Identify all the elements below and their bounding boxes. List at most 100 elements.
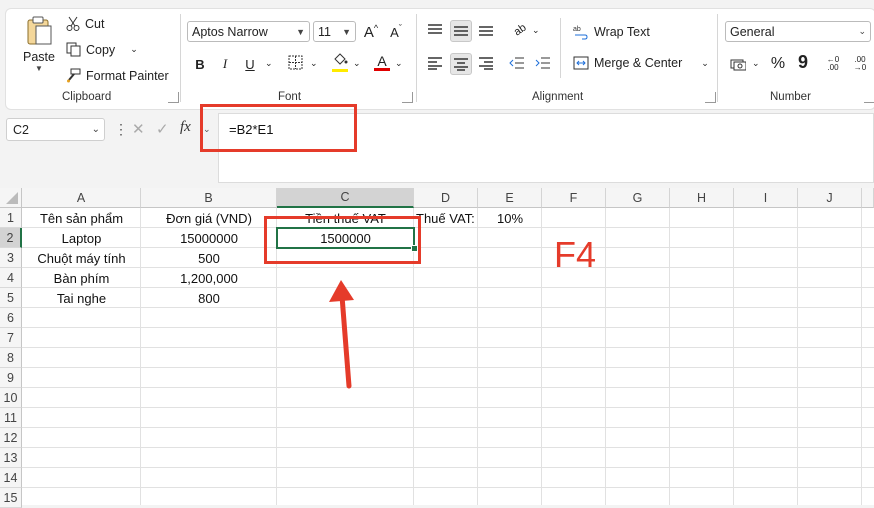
column-header-d[interactable]: D (414, 188, 478, 208)
cell-a5[interactable]: Tai nghe (22, 288, 141, 308)
copy-button[interactable]: Copy ⌄ (66, 42, 138, 57)
row-header-13[interactable]: 13 (0, 448, 22, 468)
alignment-dialog-launcher-icon[interactable] (705, 92, 716, 103)
column-header-b[interactable]: B (141, 188, 277, 208)
middle-align-button[interactable] (450, 20, 472, 42)
cell-b2[interactable]: 15000000 (141, 228, 277, 248)
divider (560, 18, 561, 78)
accounting-format-button[interactable] (728, 54, 748, 74)
orientation-button[interactable]: ab (510, 20, 530, 40)
borders-button[interactable] (285, 54, 305, 74)
font-size-select[interactable]: 11 ▼ (313, 21, 356, 42)
name-box[interactable]: C2 ⌄ (6, 118, 105, 141)
row-header-8[interactable]: 8 (0, 348, 22, 368)
clipboard-dialog-launcher-icon[interactable] (168, 92, 179, 103)
top-align-button[interactable] (425, 20, 445, 40)
font-color-icon: A (377, 52, 387, 69)
row-header-14[interactable]: 14 (0, 468, 22, 488)
cell-a2[interactable]: Laptop (22, 228, 141, 248)
column-header-j[interactable]: J (798, 188, 862, 208)
percent-style-button[interactable]: % (768, 54, 788, 74)
row-header-11[interactable]: 11 (0, 408, 22, 428)
chevron-down-icon[interactable]: ▼ (35, 64, 43, 73)
borders-icon (288, 55, 303, 73)
row-header-10[interactable]: 10 (0, 388, 22, 408)
row-header-15[interactable]: 15 (0, 488, 22, 508)
bold-button[interactable]: B (190, 54, 210, 74)
number-format-select[interactable]: General ⌄ (725, 21, 871, 42)
wrap-text-label: Wrap Text (594, 25, 650, 39)
comma-style-button[interactable]: 9 (793, 52, 813, 72)
row-headers: 1 2 3 4 5 6 7 8 9 10 11 12 13 14 15 (0, 208, 22, 508)
formula-highlight-box (200, 104, 357, 152)
cancel-entry-icon[interactable]: ✕ (132, 120, 145, 138)
cell-b5[interactable]: 800 (141, 288, 277, 308)
row-header-4[interactable]: 4 (0, 268, 22, 288)
align-right-button[interactable] (476, 53, 496, 73)
cell-b3[interactable]: 500 (141, 248, 277, 268)
column-header-a[interactable]: A (22, 188, 141, 208)
increase-indent-button[interactable] (533, 53, 553, 73)
chevron-down-icon[interactable]: ⌄ (310, 58, 318, 69)
cut-button[interactable]: Cut (66, 16, 104, 32)
align-left-button[interactable] (425, 53, 445, 73)
column-header-i[interactable]: I (734, 188, 798, 208)
row-header-1[interactable]: 1 (0, 208, 22, 228)
chevron-down-icon[interactable]: ⌄ (130, 44, 138, 55)
column-header-h[interactable]: H (670, 188, 734, 208)
bottom-align-button[interactable] (476, 20, 496, 40)
column-header-k[interactable] (862, 188, 874, 208)
cell-b1[interactable]: Đơn giá (VND) (141, 208, 277, 228)
decrease-indent-button[interactable] (507, 53, 527, 73)
decrease-font-size-button[interactable]: Aˇ (386, 22, 406, 42)
chevron-down-icon[interactable]: ⌄ (395, 58, 403, 69)
merge-center-label: Merge & Center (594, 56, 683, 70)
insert-function-button[interactable]: fx (180, 119, 191, 136)
font-dialog-launcher-icon[interactable] (402, 92, 413, 103)
font-color-button[interactable]: A (372, 52, 392, 72)
font-name-select[interactable]: Aptos Narrow ▼ (187, 21, 310, 42)
row-header-2[interactable]: 2 (0, 228, 22, 248)
cell-a1[interactable]: Tên sản phẩm (22, 208, 141, 228)
f4-key-annotation: F4 (554, 234, 597, 275)
row-header-7[interactable]: 7 (0, 328, 22, 348)
chevron-down-icon[interactable]: ⌄ (752, 58, 760, 69)
fill-color-swatch (332, 68, 348, 72)
cell-a4[interactable]: Bàn phím (22, 268, 141, 288)
row-header-5[interactable]: 5 (0, 288, 22, 308)
row-header-12[interactable]: 12 (0, 428, 22, 448)
cell-d1[interactable]: Thuế VAT: (416, 208, 478, 228)
row-header-6[interactable]: 6 (0, 308, 22, 328)
column-header-e[interactable]: E (478, 188, 542, 208)
number-dialog-launcher-icon[interactable] (864, 92, 874, 103)
chevron-down-icon[interactable]: ⌄ (701, 58, 709, 69)
more-options-icon[interactable]: ⋮ (114, 121, 128, 138)
chevron-down-icon[interactable]: ⌄ (532, 25, 540, 36)
column-header-f[interactable]: F (542, 188, 606, 208)
row-header-9[interactable]: 9 (0, 368, 22, 388)
font-group-label: Font (278, 91, 302, 103)
select-all-corner[interactable] (0, 188, 22, 208)
cell-a3[interactable]: Chuột máy tính (22, 248, 141, 268)
chevron-down-icon[interactable]: ⌄ (265, 58, 273, 69)
merge-center-button[interactable]: Merge & Center ⌄ (573, 56, 709, 70)
fill-color-button[interactable] (330, 52, 350, 72)
wrap-text-button[interactable]: ab Wrap Text (573, 24, 650, 40)
row-header-3[interactable]: 3 (0, 248, 22, 268)
align-center-button[interactable] (450, 53, 472, 75)
underline-button[interactable]: U (240, 54, 260, 74)
cell-b4[interactable]: 1,200,000 (141, 268, 277, 288)
increase-decimal-button[interactable]: ←0.00 (823, 54, 843, 74)
increase-font-size-button[interactable]: A ^ (361, 22, 381, 42)
scissors-icon (66, 16, 80, 32)
chevron-down-icon[interactable]: ⌄ (353, 58, 361, 69)
confirm-entry-icon[interactable]: ✓ (156, 120, 169, 138)
copy-icon (66, 42, 81, 57)
paste-button[interactable]: Paste ▼ (16, 14, 62, 84)
italic-button[interactable]: I (215, 54, 235, 74)
decrease-decimal-button[interactable]: .00 →0 (850, 54, 870, 74)
format-painter-button[interactable]: Format Painter (66, 68, 169, 83)
cell-e1[interactable]: 10% (478, 208, 542, 228)
column-header-c[interactable]: C (277, 188, 414, 208)
column-header-g[interactable]: G (606, 188, 670, 208)
